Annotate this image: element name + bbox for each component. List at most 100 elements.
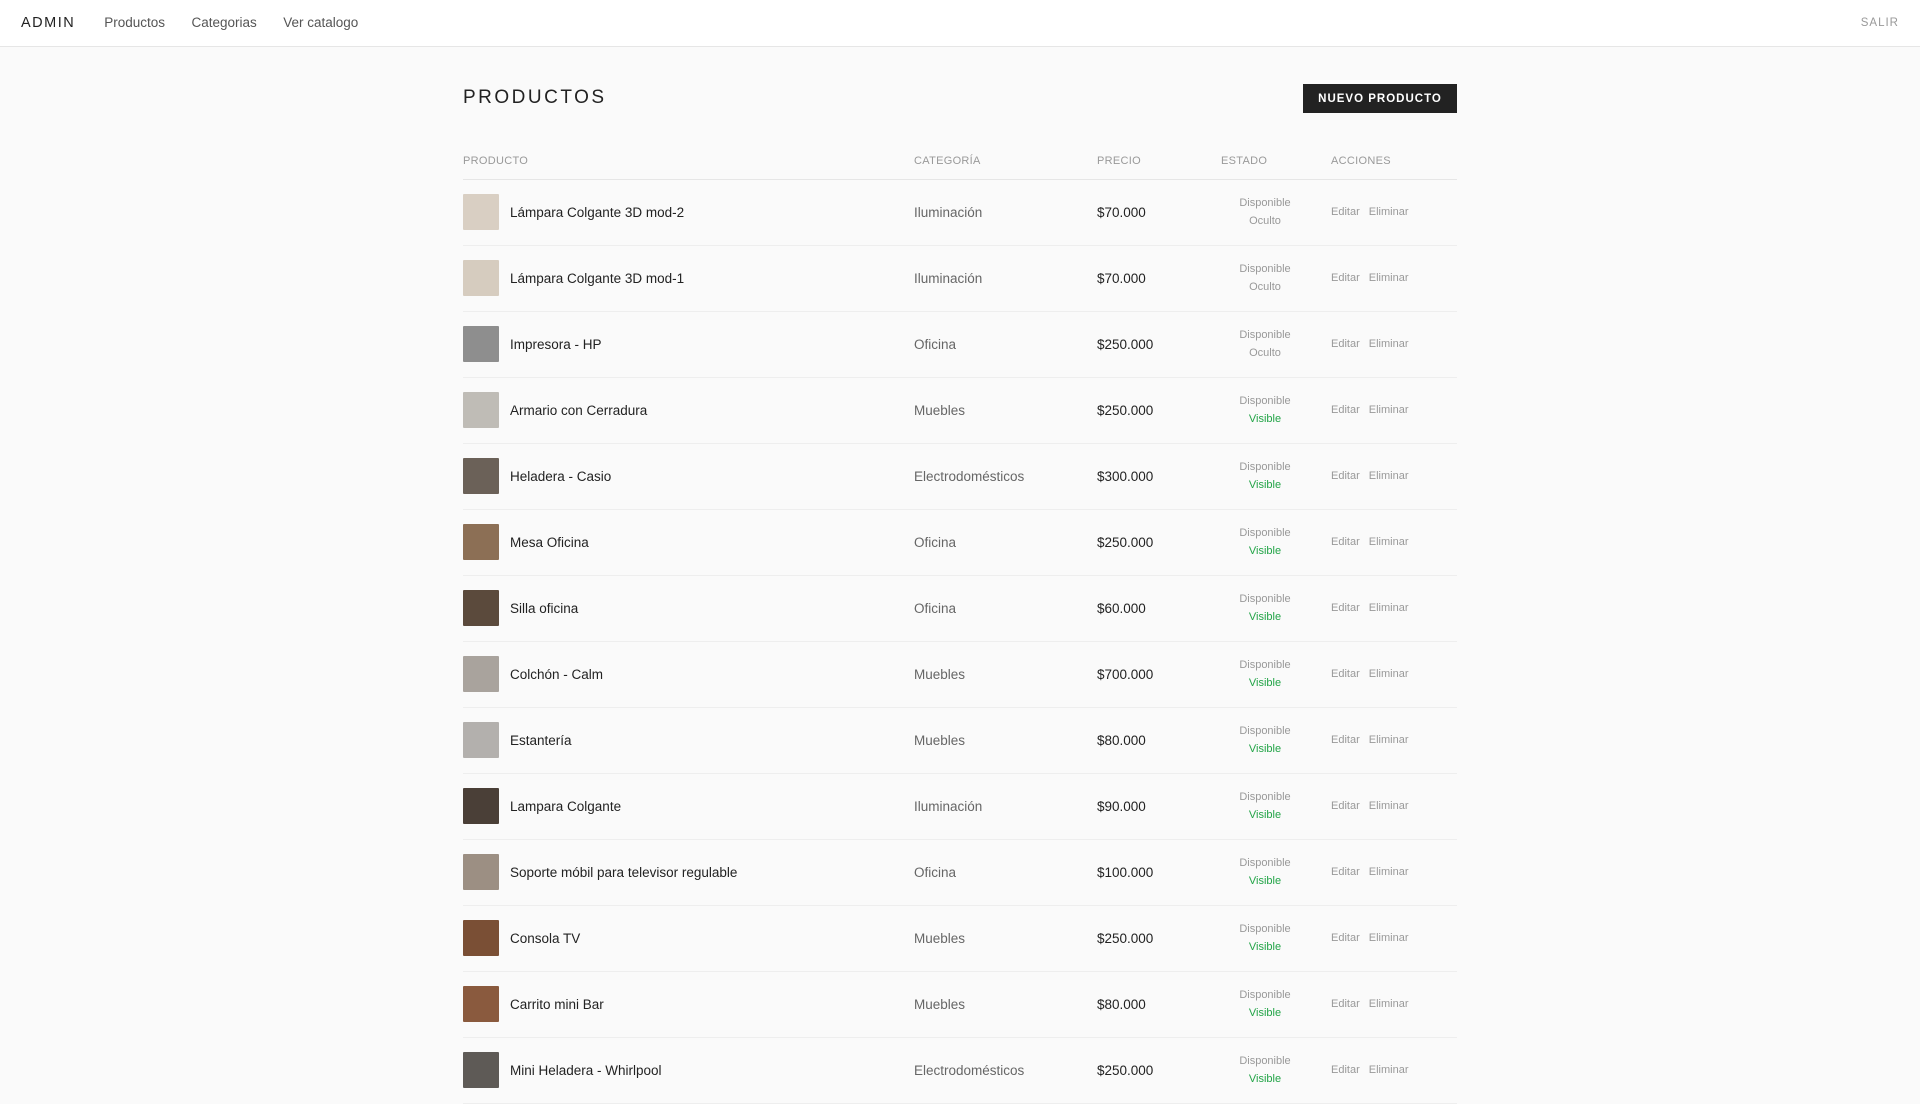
page-title: PRODUCTOS	[463, 87, 607, 108]
product-actions: Editar Eliminar	[1331, 839, 1457, 905]
availability-status: Disponible	[1239, 791, 1291, 803]
delete-product-link[interactable]: Eliminar	[1369, 800, 1409, 812]
product-cell: Soporte móbil para televisor regulable	[463, 839, 914, 905]
nav-link-productos[interactable]: Productos	[104, 15, 165, 30]
product-category: Muebles	[914, 996, 966, 1012]
brand-logo[interactable]: ADMIN	[21, 15, 75, 31]
availability-status: Disponible	[1239, 395, 1291, 407]
delete-product-link[interactable]: Eliminar	[1369, 536, 1409, 548]
edit-product-link[interactable]: Editar	[1331, 932, 1360, 944]
product-price: $80.000	[1097, 732, 1146, 748]
delete-product-link[interactable]: Eliminar	[1369, 272, 1409, 284]
edit-product-link[interactable]: Editar	[1331, 866, 1360, 878]
delete-product-link[interactable]: Eliminar	[1369, 932, 1409, 944]
delete-product-link[interactable]: Eliminar	[1369, 404, 1409, 416]
product-actions: Editar Eliminar	[1331, 1037, 1457, 1103]
table-row: Mesa Oficina Oficina $250.000 Disponible…	[463, 509, 1457, 575]
edit-product-link[interactable]: Editar	[1331, 998, 1360, 1010]
product-cell: Lámpara Colgante 3D mod-2	[463, 179, 914, 245]
edit-product-link[interactable]: Editar	[1331, 206, 1360, 218]
product-price: $250.000	[1097, 402, 1154, 418]
delete-product-link[interactable]: Eliminar	[1369, 338, 1409, 350]
main-nav: Productos Categorias Ver catalogo	[104, 14, 380, 32]
visibility-status: Visible	[1248, 611, 1282, 623]
logout-link[interactable]: SALIR	[1861, 17, 1899, 29]
product-cell: Lampara Colgante	[463, 773, 914, 839]
product-cell: Carrito mini Bar	[463, 971, 914, 1037]
product-price: $100.000	[1097, 864, 1154, 880]
product-category: Iluminación	[914, 270, 983, 286]
product-name: Colchón - Calm	[510, 666, 604, 682]
visibility-status: Oculto	[1249, 347, 1281, 359]
availability-status: Disponible	[1239, 725, 1291, 737]
product-price: $80.000	[1097, 996, 1146, 1012]
product-thumbnail	[463, 788, 499, 824]
availability-status: Disponible	[1239, 197, 1291, 209]
table-row: Colchón - Calm Muebles $700.000 Disponib…	[463, 641, 1457, 707]
edit-product-link[interactable]: Editar	[1331, 602, 1360, 614]
product-status-cell: Disponible Oculto	[1221, 179, 1331, 245]
product-name: Lampara Colgante	[510, 798, 622, 814]
product-status-cell: Disponible Visible	[1221, 377, 1331, 443]
edit-product-link[interactable]: Editar	[1331, 734, 1360, 746]
delete-product-link[interactable]: Eliminar	[1369, 206, 1409, 218]
visibility-status: Visible	[1248, 941, 1282, 953]
nav-link-categorias[interactable]: Categorias	[191, 15, 256, 30]
product-thumbnail	[463, 392, 499, 428]
visibility-status: Visible	[1248, 809, 1282, 821]
product-thumbnail	[463, 326, 499, 362]
edit-product-link[interactable]: Editar	[1331, 470, 1360, 482]
product-cell: Silla oficina	[463, 575, 914, 641]
product-actions: Editar Eliminar	[1331, 971, 1457, 1037]
edit-product-link[interactable]: Editar	[1331, 1064, 1360, 1076]
edit-product-link[interactable]: Editar	[1331, 272, 1360, 284]
delete-product-link[interactable]: Eliminar	[1369, 470, 1409, 482]
product-actions: Editar Eliminar	[1331, 311, 1457, 377]
product-cell: Armario con Cerradura	[463, 377, 914, 443]
edit-product-link[interactable]: Editar	[1331, 800, 1360, 812]
nav-link-ver-catalogo[interactable]: Ver catalogo	[283, 15, 358, 30]
product-price: $70.000	[1097, 204, 1146, 220]
product-status-cell: Disponible Visible	[1221, 905, 1331, 971]
product-category: Muebles	[914, 732, 966, 748]
table-header-row: PRODUCTO CATEGORÍA PRECIO ESTADO ACCIONE…	[463, 149, 1457, 180]
product-thumbnail	[463, 590, 499, 626]
product-name: Mini Heladera - Whirlpool	[510, 1062, 662, 1078]
table-row: Soporte móbil para televisor regulable O…	[463, 839, 1457, 905]
product-price: $70.000	[1097, 270, 1146, 286]
edit-product-link[interactable]: Editar	[1331, 338, 1360, 350]
delete-product-link[interactable]: Eliminar	[1369, 668, 1409, 680]
availability-status: Disponible	[1239, 527, 1291, 539]
table-row: Lampara Colgante Iluminación $90.000 Dis…	[463, 773, 1457, 839]
visibility-status: Visible	[1248, 1007, 1282, 1019]
product-category: Iluminación	[914, 204, 983, 220]
product-thumbnail	[463, 194, 499, 230]
edit-product-link[interactable]: Editar	[1331, 668, 1360, 680]
delete-product-link[interactable]: Eliminar	[1369, 1064, 1409, 1076]
edit-product-link[interactable]: Editar	[1331, 404, 1360, 416]
product-name: Heladera - Casio	[510, 468, 612, 484]
product-thumbnail	[463, 656, 499, 692]
delete-product-link[interactable]: Eliminar	[1369, 866, 1409, 878]
availability-status: Disponible	[1239, 857, 1291, 869]
product-price: $60.000	[1097, 600, 1146, 616]
product-status-cell: Disponible Visible	[1221, 839, 1331, 905]
new-product-button[interactable]: NUEVO PRODUCTO	[1303, 84, 1457, 113]
delete-product-link[interactable]: Eliminar	[1369, 602, 1409, 614]
table-row: Silla oficina Oficina $60.000 Disponible…	[463, 575, 1457, 641]
visibility-status: Visible	[1248, 545, 1282, 557]
edit-product-link[interactable]: Editar	[1331, 536, 1360, 548]
delete-product-link[interactable]: Eliminar	[1369, 734, 1409, 746]
product-cell: Mini Heladera - Whirlpool	[463, 1037, 914, 1103]
main-content: PRODUCTOS NUEVO PRODUCTO PRODUCTO CATEGO…	[463, 47, 1457, 1104]
product-price: $250.000	[1097, 534, 1154, 550]
visibility-status: Visible	[1248, 677, 1282, 689]
column-header-producto: PRODUCTO	[463, 149, 914, 180]
availability-status: Disponible	[1239, 989, 1291, 1001]
product-category: Muebles	[914, 666, 966, 682]
product-status-cell: Disponible Oculto	[1221, 311, 1331, 377]
product-actions: Editar Eliminar	[1331, 641, 1457, 707]
table-row: Estantería Muebles $80.000 Disponible Vi…	[463, 707, 1457, 773]
delete-product-link[interactable]: Eliminar	[1369, 998, 1409, 1010]
product-price: $250.000	[1097, 930, 1154, 946]
